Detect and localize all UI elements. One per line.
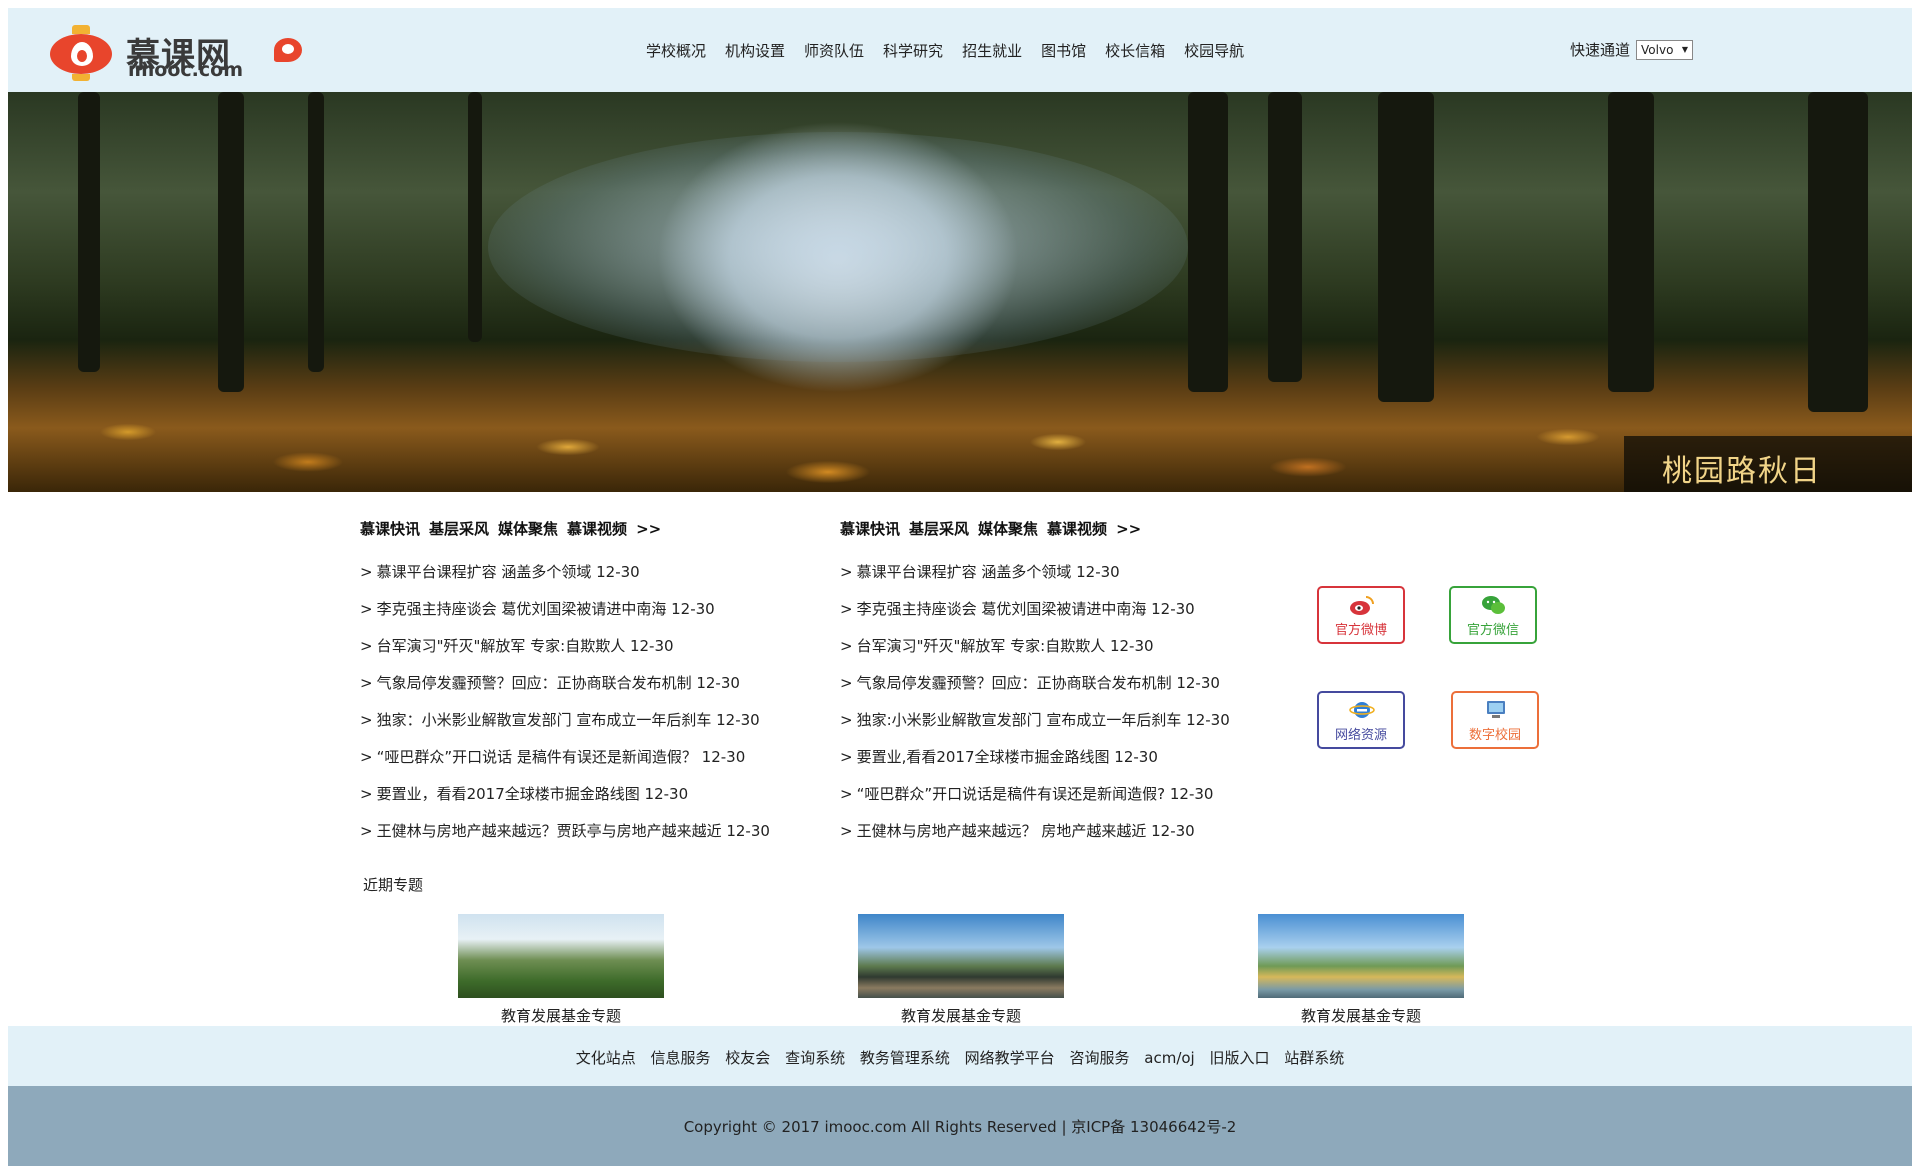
banner-tree xyxy=(78,92,100,372)
news-item[interactable]: > 台军演习"歼灭"解放军 专家:自欺欺人 12-30 xyxy=(360,628,820,665)
logo-bird-icon xyxy=(274,38,302,62)
footer-link[interactable]: 文化站点 xyxy=(576,1049,636,1067)
news-item[interactable]: > “哑巴群众”开口说话是稿件有误还是新闻造假? 12-30 xyxy=(840,776,1300,813)
weibo-label: 官方微博 xyxy=(1334,623,1387,638)
site-header: 慕课网 imooc.com 学校概况 机构设置 师资队伍 科学研究 招生就业 图… xyxy=(8,8,1912,92)
news-item[interactable]: > 李克强主持座谈会 葛优刘国梁被请进中南海 12-30 xyxy=(840,591,1300,628)
nav-item-campus-map[interactable]: 校园导航 xyxy=(1184,40,1244,61)
footer-link[interactable]: 网络教学平台 xyxy=(965,1049,1055,1067)
news-tab-media[interactable]: 媒体聚焦 xyxy=(498,520,558,538)
main-nav: 学校概况 机构设置 师资队伍 科学研究 招生就业 图书馆 校长信箱 校园导航 xyxy=(646,40,1263,61)
news-tab-caifeng[interactable]: 基层采风 xyxy=(909,520,969,538)
news-tab-kuaixun[interactable]: 慕课快讯 xyxy=(360,520,420,538)
footer-link[interactable]: acm/oj xyxy=(1144,1049,1194,1067)
topic-caption[interactable]: 教育发展基金专题 xyxy=(858,1005,1064,1026)
footer-link[interactable]: 教务管理系统 xyxy=(860,1049,950,1067)
news-item[interactable]: > 要置业,看看2017全球楼市掘金路线图 12-30 xyxy=(840,739,1300,776)
news-item[interactable]: > “哑巴群众”开口说话 是稿件有误还是新闻造假？ 12-30 xyxy=(360,739,820,776)
computer-icon xyxy=(1487,701,1505,718)
weibo-button[interactable]: 官方微博 xyxy=(1317,586,1405,644)
footer-links: 文化站点 信息服务 校友会 查询系统 教务管理系统 网络教学平台 咨询服务 ac… xyxy=(8,1026,1912,1086)
news-item[interactable]: > 王健林与房地产越来越远？ 房地产越来越近 12-30 xyxy=(840,813,1300,850)
news-item[interactable]: > 王健林与房地产越来越远？贾跃亭与房地产越来越近 12-30 xyxy=(360,813,820,850)
nav-item-faculty[interactable]: 师资队伍 xyxy=(804,40,864,61)
nav-item-president-mailbox[interactable]: 校长信箱 xyxy=(1105,40,1165,61)
banner-tree xyxy=(1608,92,1654,392)
footer-link[interactable]: 校友会 xyxy=(725,1049,770,1067)
hero-banner[interactable]: 桃园路秋日 xyxy=(8,92,1912,492)
news-tab-media[interactable]: 媒体聚焦 xyxy=(978,520,1038,538)
news-item[interactable]: > 独家：小米影业解散宣发部门 宣布成立一年后刹车 12-30 xyxy=(360,702,820,739)
nav-item-library[interactable]: 图书馆 xyxy=(1041,40,1086,61)
nav-item-organization[interactable]: 机构设置 xyxy=(725,40,785,61)
recent-topics-title: 近期专题 xyxy=(363,876,424,894)
topic-card[interactable]: 教育发展基金专题 xyxy=(1258,914,1464,1026)
banner-tree xyxy=(468,92,482,342)
news-item[interactable]: > 气象局停发霾预警？回应：正协商联合发布机制 12-30 xyxy=(840,665,1300,702)
footer-link[interactable]: 站群系统 xyxy=(1284,1049,1344,1067)
quick-access-select[interactable]: Volvo ▼ xyxy=(1636,39,1694,60)
news-item[interactable]: > 李克强主持座谈会 葛优刘国梁被请进中南海 12-30 xyxy=(360,591,820,628)
quick-access: 快速通道 Volvo ▼ xyxy=(1570,39,1694,60)
news-tabs: 慕课快讯 基层采风 媒体聚焦 慕课视频 >> xyxy=(360,518,820,540)
quick-access-label: 快速通道 xyxy=(1570,41,1631,59)
topic-card[interactable]: 教育发展基金专题 xyxy=(858,914,1064,1026)
topic-card[interactable]: 教育发展基金专题 xyxy=(458,914,664,1026)
weibo-icon xyxy=(1350,596,1374,615)
banner-sky xyxy=(488,132,1188,362)
copyright-text: Copyright © 2017 imooc.com All Rights Re… xyxy=(683,1118,1237,1136)
news-list: > 慕课平台课程扩容 涵盖多个领域 12-30 > 李克强主持座谈会 葛优刘国梁被请… xyxy=(840,554,1300,850)
news-tab-caifeng[interactable]: 基层采风 xyxy=(429,520,489,538)
select-arrow-icon: ▼ xyxy=(1681,44,1689,54)
topic-image[interactable] xyxy=(1258,914,1464,998)
digital-campus-button[interactable]: 数字校园 xyxy=(1451,691,1539,749)
digital-campus-label: 数字校园 xyxy=(1468,728,1521,743)
topic-caption[interactable]: 教育发展基金专题 xyxy=(458,1005,664,1026)
topic-image[interactable] xyxy=(458,914,664,998)
wechat-button[interactable]: 官方微信 xyxy=(1449,586,1537,644)
wechat-icon xyxy=(1482,596,1505,614)
net-resource-button[interactable]: 网络资源 xyxy=(1317,691,1405,749)
banner-tree xyxy=(1268,92,1302,382)
news-item[interactable]: > 要置业，看看2017全球楼市掘金路线图 12-30 xyxy=(360,776,820,813)
banner-tree xyxy=(218,92,244,392)
footer-link[interactable]: 信息服务 xyxy=(650,1049,710,1067)
news-item[interactable]: > 台军演习"歼灭"解放军 专家:自欺欺人 12-30 xyxy=(840,628,1300,665)
banner-tree xyxy=(1188,92,1228,392)
banner-caption-box: 桃园路秋日 xyxy=(1624,436,1912,492)
nav-item-admissions[interactable]: 招生就业 xyxy=(962,40,1022,61)
nav-item-overview[interactable]: 学校概况 xyxy=(646,40,706,61)
news-item[interactable]: > 慕课平台课程扩容 涵盖多个领域 12-30 xyxy=(360,554,820,591)
news-item[interactable]: > 独家:小米影业解散宣发部门 宣布成立一年后刹车 12-30 xyxy=(840,702,1300,739)
banner-tree xyxy=(308,92,324,372)
news-column-2: 慕课快讯 基层采风 媒体聚焦 慕课视频 >> > 慕课平台课程扩容 涵盖多个领域 12-3… xyxy=(840,518,1300,850)
news-column-1: 慕课快讯 基层采风 媒体聚焦 慕课视频 >> > 慕课平台课程扩容 涵盖多个领域 12-3… xyxy=(360,518,820,850)
wechat-label: 官方微信 xyxy=(1466,623,1519,638)
footer-link[interactable]: 查询系统 xyxy=(785,1049,845,1067)
net-resource-label: 网络资源 xyxy=(1334,728,1387,743)
banner-caption: 桃园路秋日 xyxy=(1662,454,1822,489)
footer-link[interactable]: 咨询服务 xyxy=(1069,1049,1129,1067)
banner-tree xyxy=(1378,92,1434,402)
site-logo[interactable]: 慕课网 imooc.com xyxy=(18,20,308,84)
news-tab-video[interactable]: 慕课视频 xyxy=(1047,520,1107,538)
topic-caption[interactable]: 教育发展基金专题 xyxy=(1258,1005,1464,1026)
news-tab-video[interactable]: 慕课视频 xyxy=(567,520,627,538)
nav-item-research[interactable]: 科学研究 xyxy=(883,40,943,61)
topic-image[interactable] xyxy=(858,914,1064,998)
copyright-bar: Copyright © 2017 imooc.com All Rights Re… xyxy=(8,1086,1912,1166)
news-item[interactable]: > 慕课平台课程扩容 涵盖多个领域 12-30 xyxy=(840,554,1300,591)
ie-icon xyxy=(1349,702,1375,718)
quick-access-select-value: Volvo xyxy=(1641,42,1674,57)
news-tabs: 慕课快讯 基层采风 媒体聚焦 慕课视频 >> xyxy=(840,518,1300,540)
news-tab-kuaixun[interactable]: 慕课快讯 xyxy=(840,520,900,538)
banner-tree xyxy=(1808,92,1868,412)
news-more-link[interactable]: >> xyxy=(636,520,661,538)
news-more-link[interactable]: >> xyxy=(1116,520,1141,538)
news-list: > 慕课平台课程扩容 涵盖多个领域 12-30 > 李克强主持座谈会 葛优刘国梁被请… xyxy=(360,554,820,850)
footer-link[interactable]: 旧版入口 xyxy=(1210,1049,1270,1067)
logo-text-en: imooc.com xyxy=(128,59,244,81)
news-item[interactable]: > 气象局停发霾预警？回应：正协商联合发布机制 12-30 xyxy=(360,665,820,702)
logo-flame-icon xyxy=(71,42,93,66)
